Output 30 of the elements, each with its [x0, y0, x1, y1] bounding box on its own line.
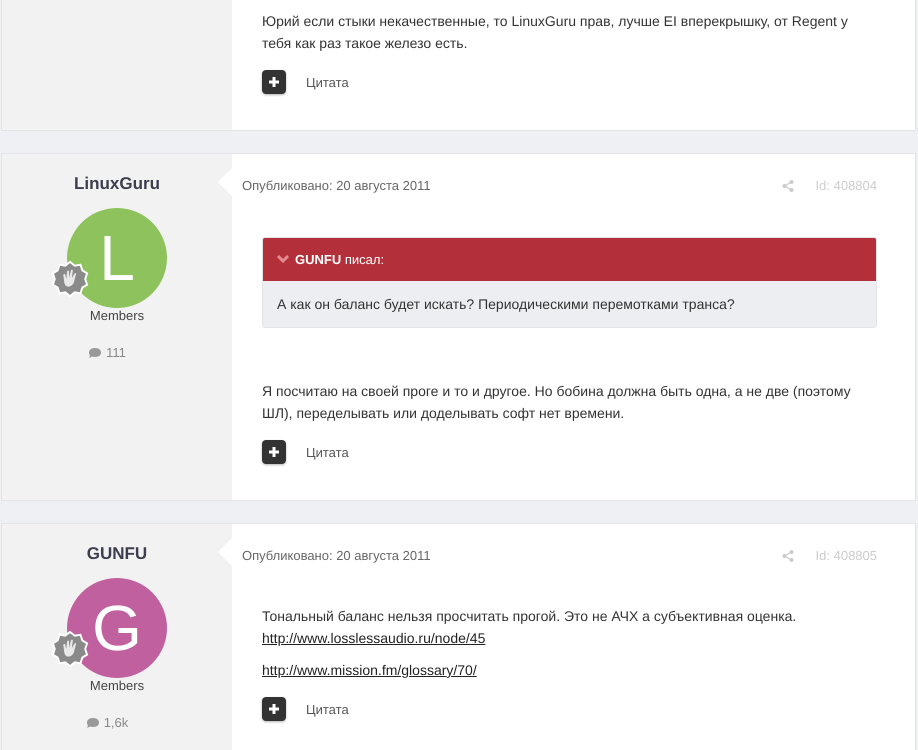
link[interactable]: http://www.mission.fm/glossary/70/ [262, 662, 477, 678]
rank-badge-icon [51, 260, 89, 298]
avatar[interactable]: G [67, 578, 167, 678]
add-quote-button[interactable] [262, 70, 286, 94]
post-text: Тональный баланс нельзя просчитать прогой. Это не АЧХ а субъективная оценка. [262, 608, 796, 624]
plus-icon [269, 77, 279, 87]
rank-badge-icon [51, 630, 89, 668]
quote-link[interactable]: Цитата [306, 444, 349, 460]
link[interactable]: http://www.losslessaudio.ru/node/45 [262, 630, 486, 646]
author-name[interactable]: LinuxGuru [74, 174, 160, 194]
post-date: Опубликовано: 20 августа 2011 [242, 178, 431, 193]
quote-link[interactable]: Цитата [306, 74, 349, 90]
post-text: Юрий если стыки некачественные, то LinuxGuru прав, лучше EI вперекрышку, от Regent у тебя как раз такое железо есть. [262, 13, 848, 51]
chevron-down-icon[interactable] [277, 255, 289, 264]
post-count: 1,6k [104, 715, 128, 730]
quote-text: А как он баланс будет искать? Периодическими перемотками транса? [276, 295, 736, 314]
plus-icon [269, 704, 279, 714]
add-quote-button[interactable] [262, 697, 286, 721]
plus-icon [269, 447, 279, 457]
member-group: Members [90, 678, 144, 693]
add-quote-button[interactable] [262, 440, 286, 464]
quote-author: GUNFU писал: [295, 252, 384, 267]
post-date: Опубликовано: 20 августа 2011 [242, 548, 431, 563]
comment-icon [88, 346, 102, 358]
author-name[interactable]: GUNFU [86, 544, 148, 564]
member-group: Members [90, 308, 144, 323]
post-count: 111 [106, 345, 126, 360]
post-text: Я посчитаю на своей проге и то и другое. Но бобина должна быть одна, а не две (поэтому ШЛ), переделывать или доделывать софт нет времени. [262, 383, 851, 421]
comment-icon [86, 716, 100, 728]
quote-link[interactable]: Цитата [306, 702, 349, 716]
